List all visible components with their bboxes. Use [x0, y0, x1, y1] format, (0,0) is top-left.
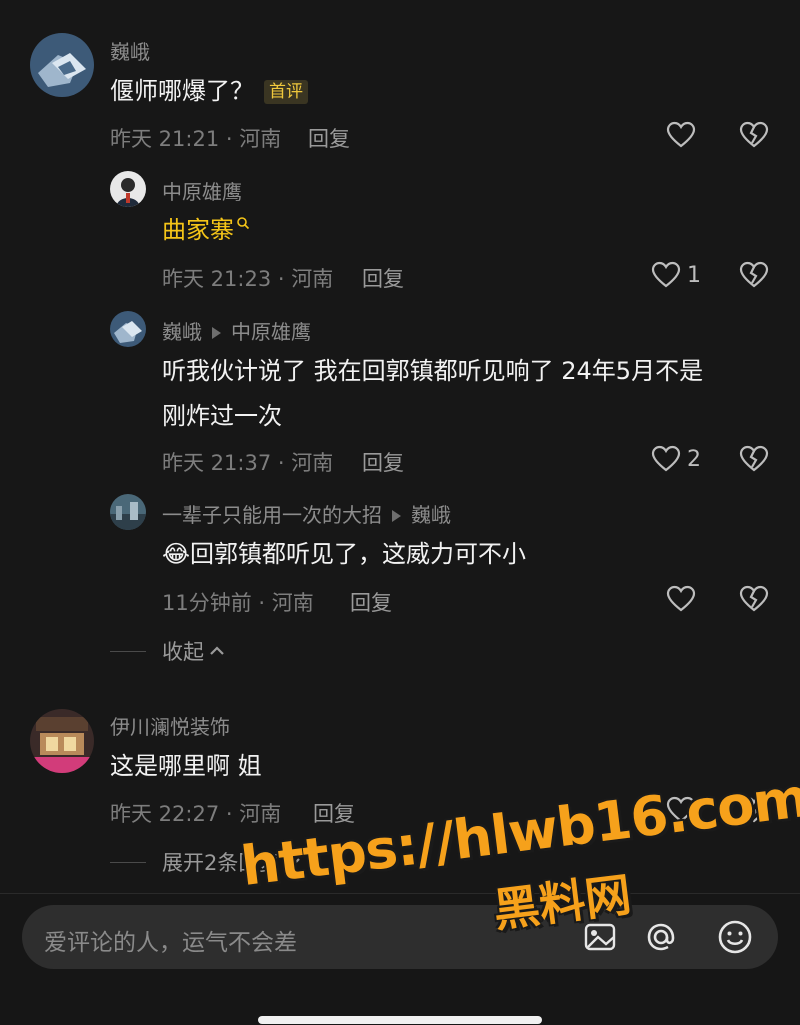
comment-input-placeholder: 爱评论的人，运气不会差 — [44, 930, 297, 956]
reply-header: 一辈子只能用一次的大招 巍峨 — [162, 499, 451, 528]
image-button[interactable] — [580, 917, 620, 957]
like-button[interactable] — [666, 585, 696, 613]
reply-button[interactable]: 回复 — [350, 587, 392, 617]
expand-label: 展开2条回复 — [162, 851, 281, 875]
reply-to-username[interactable]: 中原雄鹰 — [231, 320, 311, 344]
reply-header: 巍峨 中原雄鹰 — [162, 316, 311, 345]
username[interactable]: 巍峨 — [110, 36, 150, 65]
username[interactable]: 巍峨 — [162, 320, 202, 344]
avatar[interactable] — [110, 311, 146, 347]
heart-icon — [666, 121, 696, 148]
reply-button[interactable]: 回复 — [313, 798, 355, 828]
reply-arrow-icon — [212, 327, 221, 339]
like-button[interactable] — [666, 121, 696, 149]
username[interactable]: 一辈子只能用一次的大招 — [162, 503, 382, 527]
dislike-button[interactable] — [739, 796, 769, 824]
avatar[interactable] — [30, 33, 94, 97]
chevron-up-icon — [210, 646, 224, 655]
comment-text: 曲家寨 — [162, 208, 250, 253]
smiley-icon — [718, 920, 752, 954]
collapse-replies-button[interactable]: 收起 — [110, 636, 225, 666]
broken-heart-icon — [739, 261, 769, 288]
expand-replies-button[interactable]: 展开2条回复 — [110, 847, 301, 877]
avatar[interactable] — [110, 171, 146, 207]
broken-heart-icon — [739, 585, 769, 612]
comment-text-line2: 刚炸过一次 — [162, 402, 282, 430]
timestamp-location: 昨天 21:37 · 河南 — [162, 451, 334, 475]
dislike-button[interactable] — [739, 585, 769, 613]
username[interactable]: 中原雄鹰 — [162, 176, 242, 205]
timestamp-location: 昨天 21:21 · 河南 — [110, 127, 282, 151]
dislike-button[interactable] — [739, 445, 769, 473]
broken-heart-icon — [739, 796, 769, 823]
avatar[interactable] — [110, 494, 146, 530]
chevron-down-icon — [286, 858, 301, 867]
broken-heart-icon — [739, 445, 769, 472]
search-icon[interactable] — [236, 216, 250, 230]
avatar[interactable] — [30, 709, 94, 773]
reply-arrow-icon — [392, 510, 401, 522]
heart-icon — [651, 261, 681, 288]
search-link[interactable]: 曲家寨 — [162, 216, 234, 244]
timestamp-location: 昨天 21:23 · 河南 — [162, 267, 334, 291]
comment-text-line1: 听我伙计说了 我在回郭镇都听见响了 24年5月不是 — [162, 357, 704, 385]
reply-button[interactable]: 回复 — [362, 263, 404, 293]
comment-text: 偃师哪爆了？ 首评 — [110, 69, 308, 114]
comment-text-body: 偃师哪爆了？ — [110, 77, 254, 105]
timestamp-location: 昨天 22:27 · 河南 — [110, 802, 282, 826]
dislike-button[interactable] — [739, 261, 769, 289]
laughing-tears-emoji-icon: 😂 — [162, 540, 191, 568]
comment-text: 😂回郭镇都听见了，这威力可不小 — [162, 532, 526, 577]
dislike-button[interactable] — [739, 121, 769, 149]
broken-heart-icon — [739, 121, 769, 148]
heart-icon — [666, 796, 696, 823]
comment-text: 这是哪里啊 姐 — [110, 752, 262, 780]
collapse-label: 收起 — [162, 640, 204, 664]
like-button[interactable]: 1 — [651, 261, 701, 289]
like-count: 1 — [687, 262, 701, 288]
home-indicator — [258, 1016, 542, 1024]
first-comment-badge: 首评 — [264, 80, 308, 104]
divider — [110, 650, 146, 652]
timestamp-location: 11分钟前 · 河南 — [162, 591, 314, 615]
divider — [110, 861, 146, 863]
reply-to-username[interactable]: 巍峨 — [411, 503, 451, 527]
heart-icon — [651, 445, 681, 472]
watermark-url: https://hlwb16.com — [237, 765, 800, 898]
reply-button[interactable]: 回复 — [362, 447, 404, 477]
username[interactable]: 伊川澜悦装饰 — [110, 711, 230, 740]
emoji-button[interactable] — [715, 917, 755, 957]
mention-button[interactable] — [641, 917, 681, 957]
image-icon — [584, 923, 616, 951]
heart-icon — [666, 585, 696, 612]
like-button[interactable]: 2 — [651, 445, 701, 473]
comment-text-body: 回郭镇都听见了，这威力可不小 — [190, 540, 527, 568]
like-count: 2 — [687, 446, 701, 472]
reply-button[interactable]: 回复 — [308, 123, 350, 153]
at-sign-icon — [647, 923, 675, 951]
like-button[interactable] — [666, 796, 696, 824]
